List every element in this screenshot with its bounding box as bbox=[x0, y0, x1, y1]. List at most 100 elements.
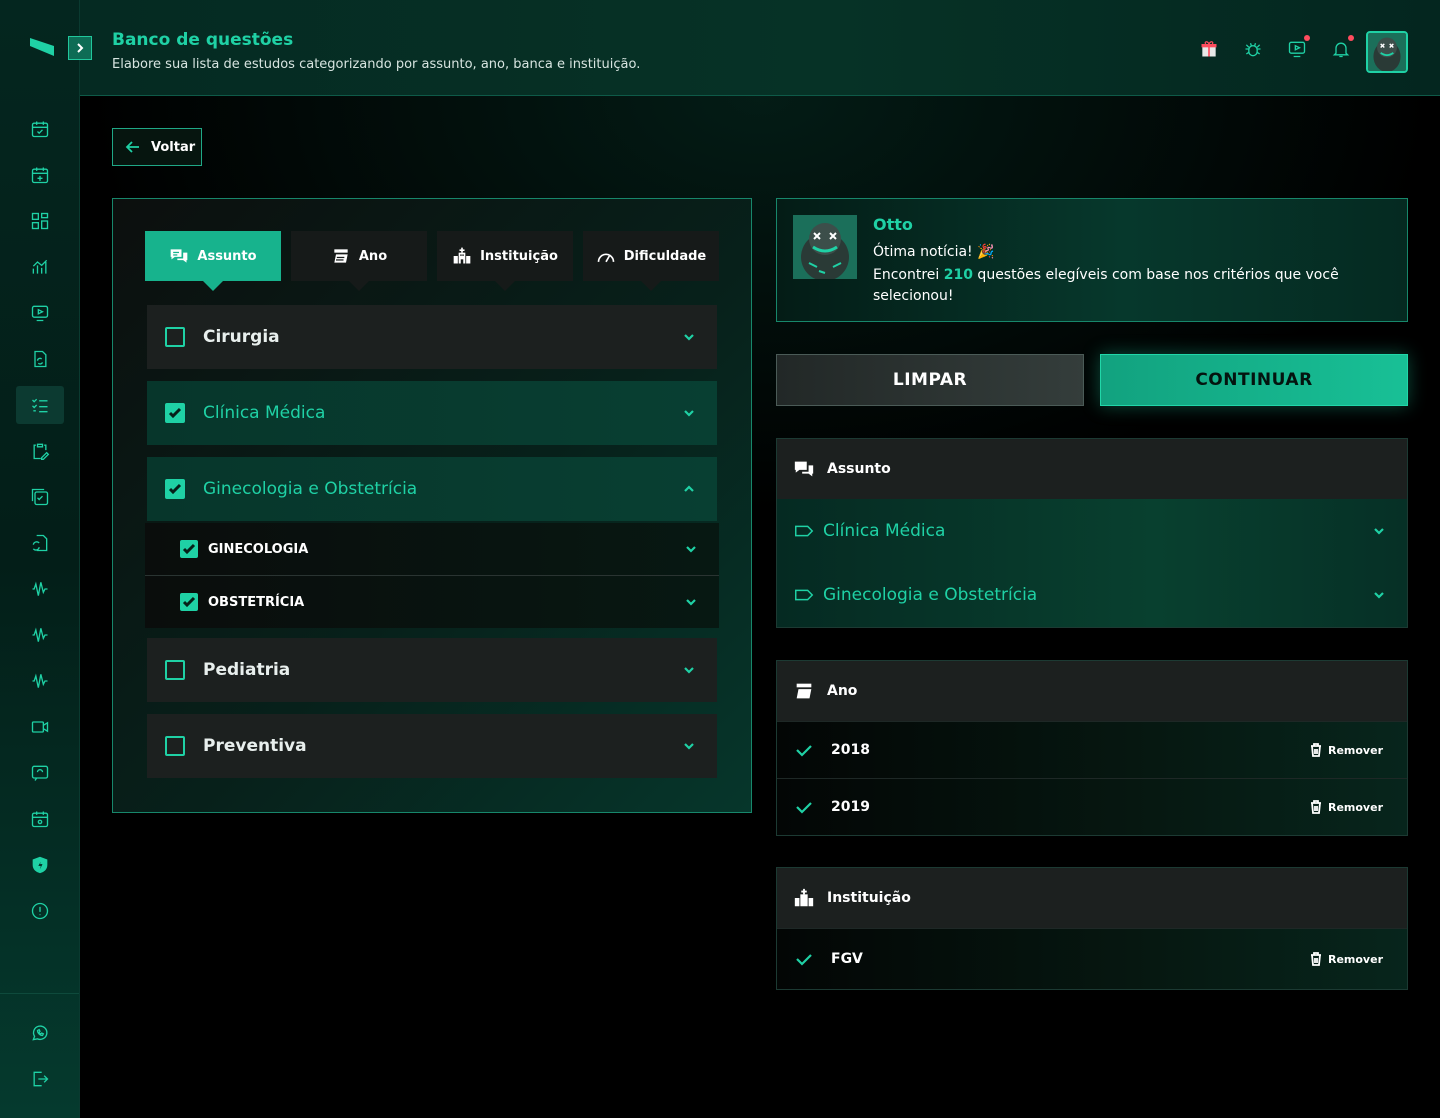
checkbox-checked[interactable] bbox=[180, 540, 198, 558]
logo-icon[interactable] bbox=[30, 38, 54, 56]
waveform-3-icon[interactable] bbox=[16, 662, 64, 700]
page-subtitle: Elabore sua lista de estudos categorizan… bbox=[112, 57, 641, 72]
otto-avatar bbox=[793, 215, 857, 281]
summary-header: Assunto bbox=[777, 439, 1407, 499]
summary-header: Instituição bbox=[777, 868, 1407, 928]
whatsapp-icon[interactable] bbox=[16, 1014, 64, 1052]
subject-item-clinica-medica[interactable]: Clínica Médica bbox=[147, 381, 717, 445]
list-icon[interactable] bbox=[16, 386, 64, 424]
clipboard-edit-icon[interactable] bbox=[16, 432, 64, 470]
camera-icon[interactable] bbox=[16, 708, 64, 746]
subtopic-item-obstetricia[interactable]: OBSTETRÍCIA bbox=[145, 576, 719, 628]
checkbox-checked[interactable] bbox=[165, 403, 185, 423]
notification-dot bbox=[1348, 35, 1354, 41]
remove-button[interactable]: Remover bbox=[1309, 743, 1383, 757]
sidebar-divider bbox=[0, 993, 79, 994]
message-icon[interactable] bbox=[16, 754, 64, 792]
refresh-icon[interactable] bbox=[16, 340, 64, 378]
back-button[interactable]: Voltar bbox=[112, 128, 202, 166]
institution-label: FGV bbox=[831, 951, 863, 967]
summary-assunto-card: Assunto Clínica Médica Ginecologia e Obs… bbox=[776, 438, 1408, 628]
avatar[interactable] bbox=[1366, 31, 1408, 73]
monster-avatar-icon bbox=[793, 215, 857, 281]
check-icon bbox=[168, 483, 182, 495]
waveform-2-icon[interactable] bbox=[16, 616, 64, 654]
chevron-down-icon[interactable] bbox=[681, 662, 697, 678]
summary-subject-row[interactable]: Ginecologia e Obstetrícia bbox=[777, 563, 1407, 627]
monster-avatar-icon bbox=[1368, 33, 1406, 71]
info-icon[interactable] bbox=[16, 892, 64, 930]
checkbox-checked[interactable] bbox=[165, 479, 185, 499]
chevron-down-icon[interactable] bbox=[681, 738, 697, 754]
summary-subject-label: Ginecologia e Obstetrícia bbox=[823, 585, 1038, 605]
calendar-check-icon[interactable] bbox=[16, 110, 64, 148]
grid-icon[interactable] bbox=[16, 202, 64, 240]
filter-panel: Assunto Ano Instituição Dificuldade Ciru… bbox=[112, 198, 752, 813]
remove-label: Remover bbox=[1327, 743, 1383, 757]
summary-subject-label: Clínica Médica bbox=[823, 521, 946, 541]
subject-label: Pediatria bbox=[203, 660, 291, 680]
summary-year-row: 2018 Remover bbox=[777, 721, 1407, 778]
calendar-icon bbox=[796, 683, 812, 699]
chevron-down-icon[interactable] bbox=[683, 541, 699, 557]
subject-item-pediatria[interactable]: Pediatria bbox=[147, 638, 717, 702]
calendar-plus-icon[interactable] bbox=[16, 156, 64, 194]
remove-label: Remover bbox=[1327, 952, 1383, 966]
calendar-settings-icon[interactable] bbox=[16, 800, 64, 838]
checkbox[interactable] bbox=[165, 736, 185, 756]
tab-label: Ano bbox=[358, 248, 388, 264]
chevron-down-icon[interactable] bbox=[681, 329, 697, 345]
remove-button[interactable]: Remover bbox=[1309, 800, 1383, 814]
trash-icon bbox=[1310, 952, 1321, 966]
chevron-up-icon[interactable] bbox=[681, 481, 697, 497]
summary-ano-card: Ano 2018 Remover 2019 Remover bbox=[776, 660, 1408, 836]
chevron-down-icon[interactable] bbox=[1371, 523, 1387, 539]
tab-dificuldade[interactable]: Dificuldade bbox=[583, 231, 719, 291]
chevron-down-icon[interactable] bbox=[683, 594, 699, 610]
bug-icon[interactable] bbox=[1242, 38, 1264, 60]
summary-subject-row[interactable]: Clínica Médica bbox=[777, 499, 1407, 563]
page-title: Banco de questões bbox=[112, 30, 294, 50]
continue-button[interactable]: CONTINUAR bbox=[1100, 354, 1408, 406]
file-refresh-icon[interactable] bbox=[16, 524, 64, 562]
sidebar bbox=[0, 0, 80, 1118]
bell-icon[interactable] bbox=[1330, 35, 1354, 60]
tv-icon[interactable] bbox=[1286, 35, 1310, 60]
chevron-down-icon[interactable] bbox=[1371, 587, 1387, 603]
tag-icon bbox=[795, 525, 814, 537]
calendar-check-2-icon[interactable] bbox=[16, 478, 64, 516]
subject-label: Cirurgia bbox=[203, 327, 280, 347]
subject-item-cirurgia[interactable]: Cirurgia bbox=[147, 305, 717, 369]
gauge-icon bbox=[597, 253, 615, 263]
tab-ano[interactable]: Ano bbox=[291, 231, 427, 291]
building-icon bbox=[453, 247, 471, 264]
subject-item-preventiva[interactable]: Preventiva bbox=[147, 714, 717, 778]
tab-label: Dificuldade bbox=[623, 248, 707, 264]
clear-button[interactable]: LIMPAR bbox=[776, 354, 1084, 406]
logout-icon[interactable] bbox=[16, 1060, 64, 1098]
summary-institution-row: FGV Remover bbox=[777, 928, 1407, 989]
sidebar-bottom bbox=[16, 1014, 64, 1106]
checkbox-checked[interactable] bbox=[180, 593, 198, 611]
shield-icon[interactable] bbox=[16, 846, 64, 884]
question-count: 210 bbox=[943, 267, 973, 283]
checkbox[interactable] bbox=[165, 660, 185, 680]
waveform-icon[interactable] bbox=[16, 570, 64, 608]
remove-button[interactable]: Remover bbox=[1309, 952, 1383, 966]
chevron-down-icon[interactable] bbox=[681, 405, 697, 421]
building-icon bbox=[794, 888, 814, 907]
video-icon[interactable] bbox=[16, 294, 64, 332]
tab-assunto[interactable]: Assunto bbox=[145, 231, 281, 291]
remove-label: Remover bbox=[1327, 800, 1383, 814]
chart-icon[interactable] bbox=[16, 248, 64, 286]
subject-label: Preventiva bbox=[203, 736, 307, 756]
subtopic-item-ginecologia[interactable]: GINECOLOGIA bbox=[145, 523, 719, 575]
arrow-left-icon bbox=[125, 141, 139, 153]
sidebar-toggle-button[interactable] bbox=[68, 36, 92, 60]
gift-icon[interactable] bbox=[1198, 38, 1220, 60]
subject-label: Ginecologia e Obstetrícia bbox=[203, 479, 418, 499]
tab-instituicao[interactable]: Instituição bbox=[437, 231, 573, 291]
trash-icon bbox=[1310, 743, 1321, 757]
checkbox[interactable] bbox=[165, 327, 185, 347]
subject-item-ginecologia-obstetricia[interactable]: Ginecologia e Obstetrícia bbox=[147, 457, 717, 521]
